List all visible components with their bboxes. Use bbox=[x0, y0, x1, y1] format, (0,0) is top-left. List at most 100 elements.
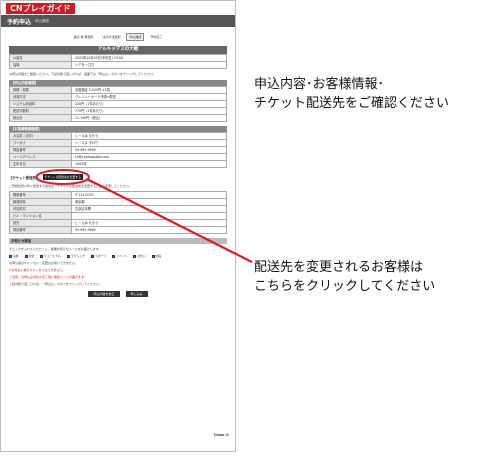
table-row: 電話番号 03-992-9956 bbox=[9, 226, 227, 234]
row-label: システム利用料 bbox=[9, 100, 72, 108]
row-value: クレジットカード決済+配送 bbox=[71, 93, 227, 101]
table-row: 生年月日 19XX年 bbox=[9, 160, 227, 168]
checkbox-option[interactable]: イベント bbox=[112, 254, 127, 258]
callout-line: チケット配送先をご確認ください bbox=[254, 96, 450, 111]
ticket-note: ご登録住所以外に配送する場合は「チケットの配送先を変更する」より変更してください… bbox=[9, 184, 132, 188]
callout-change-address: 配送先を変更されるお客様は こちらをクリックしてください bbox=[254, 258, 435, 296]
row-label: メールアドレス bbox=[9, 153, 72, 161]
table-row: 決済方法 クレジットカード決済+配送 bbox=[9, 93, 227, 101]
table-row: 電話番号 03-992-9956 bbox=[9, 146, 227, 154]
step-2: 決済方法選択 bbox=[102, 35, 121, 39]
row-value: cn@cnplayguide.com bbox=[71, 153, 227, 161]
checkbox-checked-icon[interactable] bbox=[24, 254, 28, 258]
callout-line: こちらをクリックしてください bbox=[254, 279, 436, 294]
step-3-current: 申込確認 bbox=[126, 33, 145, 41]
mail-options: 演劇 音楽 ミュージカル クラシック スポーツ イベント お笑い 映画 bbox=[9, 254, 227, 258]
row-value: 〒113-0033 bbox=[71, 191, 227, 199]
table-row: システム利用料 220円（1件あたり） bbox=[9, 100, 227, 108]
row-value: 全席指定 5,200円 ×1枚 bbox=[71, 86, 227, 94]
callout-line: 申込内容･お客様情報･ bbox=[254, 77, 385, 92]
row-label: 配送手数料 bbox=[9, 107, 72, 115]
customer-table: お名前（漢字） しーえぬ たろう フリガナ シーエヌ タロウ 電話番号 03-992-… bbox=[9, 132, 227, 168]
row-value: しーえぬ たろう bbox=[71, 219, 227, 227]
row-label: 郵便番号 bbox=[9, 191, 72, 199]
row-value: 220円（1件あたり） bbox=[71, 100, 227, 108]
callout-confirm-details: 申込内容･お客様情報･ チケット配送先をご確認ください bbox=[254, 75, 449, 113]
row-label: 市区町村 bbox=[9, 205, 72, 213]
submit-button[interactable]: 申し込み bbox=[125, 291, 148, 297]
row-value bbox=[71, 212, 227, 220]
row-value: 文京区本郷 bbox=[71, 205, 227, 213]
site-logo[interactable]: CNプレイガイド bbox=[6, 2, 75, 14]
order-table: 券種・枚数 全席指定 5,200円 ×1枚 決済方法 クレジットカード決済+配送 シ… bbox=[9, 86, 227, 122]
row-value: 2022年10月30日(予約日) 13:00 bbox=[71, 54, 227, 62]
row-label: 都道府県 bbox=[9, 198, 72, 206]
callout-line: 配送先を変更されるお客様は bbox=[254, 260, 424, 275]
delivery-table: 郵便番号 〒113-0033 都道府県 東京都 市区町村 文京区本郷 ビル・マンション… bbox=[9, 191, 227, 234]
row-label: ビル・マンション名 bbox=[9, 212, 72, 220]
checkbox-checked-icon[interactable] bbox=[151, 254, 155, 258]
table-row: 配送手数料 770円（1件あたり） bbox=[9, 107, 227, 115]
mail-section-title: お知らせ配信 bbox=[9, 238, 227, 244]
table-row: 公演日 2022年10月30日(予約日) 13:00 bbox=[9, 54, 227, 62]
table-row: 郵便番号 〒113-0033 bbox=[9, 191, 227, 199]
checkbox-checked-icon[interactable] bbox=[40, 254, 44, 258]
ticket-section-header: 【チケット配送先】 チケットの配送先を変更する bbox=[9, 173, 227, 181]
table-row: 都道府県 東京都 bbox=[9, 198, 227, 206]
checkbox-label: ミュージカル bbox=[44, 254, 61, 258]
mail-note: チェックを入れていただくと、各種お知らせメールをお届けします。 bbox=[9, 247, 102, 251]
row-label: 電話番号 bbox=[9, 226, 72, 234]
row-label: 公演日 bbox=[9, 54, 72, 62]
checkbox-label: 音楽 bbox=[28, 254, 35, 258]
table-row: 総合計 11,190円（税込） bbox=[9, 114, 227, 122]
row-label: 総合計 bbox=[9, 114, 72, 122]
checkbox-checked-icon[interactable] bbox=[112, 254, 116, 258]
row-label: 宛先 bbox=[9, 219, 72, 227]
logo-bar: CNプレイガイド bbox=[1, 1, 235, 15]
checkbox-label: お笑い bbox=[137, 254, 146, 258]
row-value: 03-992-9956 bbox=[71, 226, 227, 234]
event-info-table: 公演日 2022年10月30日(予約日) 13:00 会場 シアター〇〇 bbox=[9, 54, 227, 69]
row-label: 決済方法 bbox=[9, 93, 72, 101]
table-row: 市区町村 文京区本郷 bbox=[9, 205, 227, 213]
row-value: 19XX年 bbox=[71, 160, 227, 168]
back-button[interactable]: 申込内容を修正 bbox=[88, 291, 120, 297]
checkbox-label: イベント bbox=[116, 254, 128, 258]
table-row: お名前（漢字） しーえぬ たろう bbox=[9, 132, 227, 140]
row-value: シーエヌ タロウ bbox=[71, 139, 227, 147]
warning-text: ※お支払い後のキャンセルはできません。 bbox=[9, 268, 66, 272]
row-value: しーえぬ たろう bbox=[71, 132, 227, 140]
table-row: メールアドレス cn@cnplayguide.com bbox=[9, 153, 227, 161]
page-subtitle: 申込確認 bbox=[35, 18, 50, 23]
step-4: 予約完了 bbox=[150, 35, 163, 39]
table-row: ビル・マンション名 bbox=[9, 212, 227, 220]
warning-text: お申込後のキャンセル・変更はお受けできません。 bbox=[9, 261, 78, 265]
checkbox-label: 演劇 bbox=[13, 254, 19, 258]
checkbox-checked-icon[interactable] bbox=[133, 254, 137, 258]
close-button[interactable]: Close ☒ bbox=[214, 433, 229, 437]
checkbox-option[interactable]: 演劇 bbox=[9, 254, 19, 258]
warning-text: ご注意：お申込み手続き完了後に確認メールが届きます。 bbox=[9, 275, 87, 279]
change-delivery-address-button[interactable]: チケットの配送先を変更する bbox=[42, 174, 83, 180]
row-label: 券種・枚数 bbox=[9, 86, 72, 94]
checkbox-option[interactable]: クラシック bbox=[66, 254, 85, 258]
page-title: 予約申込 bbox=[7, 18, 32, 26]
main-content: アルキメデスの大戦 公演日 2022年10月30日(予約日) 13:00 会場 シア… bbox=[9, 46, 227, 297]
row-value: 東京都 bbox=[71, 198, 227, 206]
row-value: 11,190円（税込） bbox=[71, 114, 227, 122]
checkbox-option[interactable]: 音楽 bbox=[24, 254, 35, 258]
checkbox-checked-icon[interactable] bbox=[90, 254, 94, 258]
action-buttons: 申込内容を修正 申し込み bbox=[9, 291, 227, 297]
checkbox-checked-icon[interactable] bbox=[9, 254, 12, 258]
checkbox-option[interactable]: ミュージカル bbox=[40, 254, 61, 258]
checkbox-option[interactable]: 映画 bbox=[151, 254, 161, 258]
checkbox-option[interactable]: スポーツ bbox=[90, 254, 106, 258]
step-1: 講演 後 再選択 bbox=[73, 35, 94, 39]
table-row: 券種・枚数 全席指定 5,200円 ×1枚 bbox=[9, 86, 227, 94]
row-label: お名前（漢字） bbox=[9, 132, 72, 140]
table-row: 会場 シアター〇〇 bbox=[9, 61, 227, 69]
checkbox-option[interactable]: お笑い bbox=[133, 254, 146, 258]
checkbox-label: クラシック bbox=[70, 254, 85, 258]
checkbox-checked-icon[interactable] bbox=[66, 254, 70, 258]
row-label: 電話番号 bbox=[9, 146, 72, 154]
